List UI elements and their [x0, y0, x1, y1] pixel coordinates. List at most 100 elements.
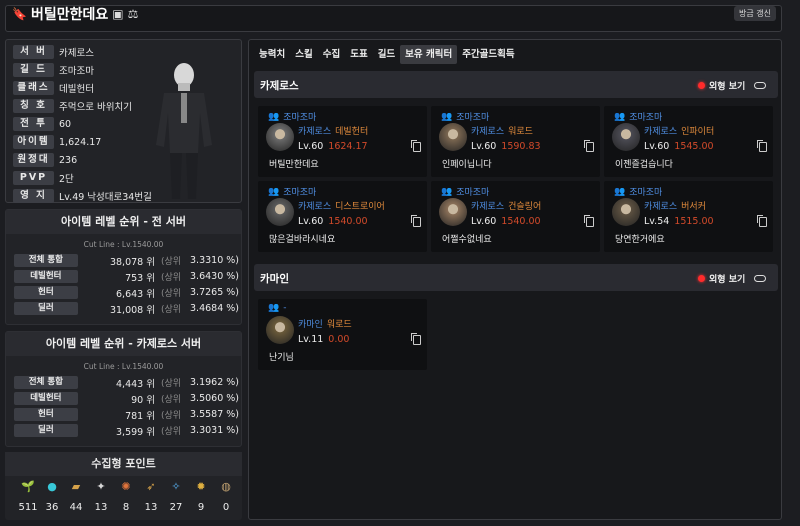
toggle-icon[interactable]	[754, 275, 767, 282]
users-icon: 👥	[441, 111, 453, 122]
card-server: 카제로스	[644, 202, 678, 212]
copy-icon[interactable]	[584, 215, 594, 227]
scale-icon[interactable]: ⚖	[128, 7, 139, 21]
avatar	[612, 198, 640, 226]
character-portrait	[156, 63, 212, 199]
collection-item[interactable]: ✺ 8	[116, 480, 136, 513]
collection-item[interactable]: ● 36	[42, 480, 62, 513]
card-guild: 👥 조마조마	[614, 110, 662, 124]
copy-icon[interactable]	[584, 140, 594, 152]
profile-value: 236	[59, 154, 78, 166]
copy-icon[interactable]	[411, 215, 421, 227]
collection-item[interactable]: ◍ 0	[216, 480, 236, 513]
tab-5[interactable]: 보유 캐릭터	[400, 45, 458, 64]
item-level: 0.00	[328, 334, 350, 345]
character-card[interactable]: 👥 조마조마 카제로스 인파이터 Lv.60 1545.00 이젠즐겁습니다	[604, 106, 773, 177]
tab-4[interactable]: 길드	[373, 45, 400, 64]
worldtree-leaf-icon: ✧	[171, 480, 181, 493]
character-card[interactable]: 👥 조마조마 카제로스 디스트로이어 Lv.60 1540.00 많은걸바라시네요	[258, 181, 427, 252]
character-card[interactable]: 👥 조마조마 카제로스 데빌헌터 Lv.60 1624.17 버틸만한데요	[258, 106, 427, 177]
appearance-toggle[interactable]: 외형 보기	[698, 272, 767, 285]
tab-0[interactable]: 능력치	[254, 45, 290, 64]
avatar	[612, 123, 640, 151]
users-icon: 👥	[614, 111, 626, 122]
character-card[interactable]: 👥 조마조마 카제로스 워로드 Lv.60 1590.83 인페이닙니다	[431, 106, 600, 177]
users-icon: 👥	[268, 111, 280, 122]
card-server: 카제로스	[471, 127, 505, 137]
card-level: Lv.60 1590.83	[471, 141, 541, 152]
rank-row: 헌터 781 위 (상위 3.5587 %)	[14, 408, 239, 422]
character-card[interactable]: 👥 - 카마인 워로드 Lv.11 0.00 난기님	[258, 299, 427, 370]
card-character-name: 난기님	[269, 353, 294, 363]
tab-3[interactable]: 도표	[345, 45, 372, 64]
level-value: Lv.54	[644, 216, 670, 227]
collection-item[interactable]: ✦ 13	[91, 480, 111, 513]
card-guild: 👥 조마조마	[268, 110, 316, 124]
appearance-toggle[interactable]: 외형 보기	[698, 79, 767, 92]
rank-percent: 3.7265 %)	[190, 287, 239, 298]
bookmark-icon[interactable]: 🔖	[12, 7, 27, 21]
profile-row: PVP 2단	[13, 171, 74, 185]
refresh-button[interactable]: 방금 갱신	[734, 6, 776, 21]
card-level: Lv.11 0.00	[298, 334, 349, 345]
copy-icon[interactable]	[757, 215, 767, 227]
character-card[interactable]: 👥 조마조마 카제로스 건슬링어 Lv.60 1540.00 어쩔수없네요	[431, 181, 600, 252]
card-level: Lv.60 1624.17	[298, 141, 368, 152]
profile-value: 데빌헌터	[59, 84, 94, 95]
profile-row: 길 드 조마조마	[13, 63, 94, 77]
rank-top-label: (상위	[160, 379, 182, 389]
profile-label: 영 지	[13, 189, 54, 203]
copy-icon[interactable]	[757, 140, 767, 152]
copy-icon[interactable]	[411, 140, 421, 152]
collection-count: 0	[222, 502, 230, 513]
copy-icon[interactable]	[411, 333, 421, 345]
collection-item[interactable]: 🌱 511	[18, 480, 38, 513]
guild-name: 조마조마	[456, 113, 490, 123]
toggle-icon[interactable]	[754, 82, 767, 89]
collection-count: 36	[45, 502, 59, 513]
collection-count: 44	[69, 502, 83, 513]
card-class: 데빌헌터	[335, 127, 369, 137]
tab-6[interactable]: 주간골드획득	[457, 45, 519, 64]
profile-row: 전 투 60	[13, 117, 71, 131]
profile-label: 전 투	[13, 117, 54, 131]
profile-value: 1,624.17	[59, 136, 102, 148]
tab-1[interactable]: 스킬	[290, 45, 317, 64]
collection-item[interactable]: ▰ 44	[66, 480, 86, 513]
rank-title: 아이템 레벨 순위 - 전 서버	[6, 210, 241, 234]
collection-item[interactable]: ➶ 13	[141, 480, 161, 513]
item-level: 1515.00	[674, 216, 714, 227]
card-class: 워로드	[326, 320, 352, 330]
rank-panel-all-servers: 아이템 레벨 순위 - 전 서버 Cut Line : Lv.1540.00 전…	[5, 209, 242, 325]
avatar	[266, 316, 294, 344]
profile-row: 클래스 데빌헌터	[13, 81, 94, 95]
profile-label: PVP	[13, 171, 54, 185]
profile-row: 영 지 Lv.49 낙성대로34번길	[13, 189, 152, 203]
collection-count: 8	[122, 502, 130, 513]
card-guild: 👥 조마조마	[268, 185, 316, 199]
character-card[interactable]: 👥 조마조마 카제로스 버서커 Lv.54 1515.00 당연한거에요	[604, 181, 773, 252]
card-class: 인파이터	[681, 127, 715, 137]
card-character-name: 많은걸바라시네요	[269, 235, 336, 245]
id-card-icon[interactable]: ▣	[112, 7, 123, 21]
tab-2[interactable]: 수집	[318, 45, 345, 64]
collection-item[interactable]: ✧ 27	[166, 480, 186, 513]
profile-label: 서 버	[13, 45, 54, 59]
rank-top-label: (상위	[160, 305, 182, 315]
collection-count: 9	[197, 502, 205, 513]
card-server: 카제로스	[644, 127, 678, 137]
rank-percent: 3.3310 %)	[190, 255, 239, 266]
profile-value: 60	[59, 118, 72, 130]
rank-value: 4,443 위	[116, 378, 155, 390]
level-value: Lv.11	[298, 334, 324, 345]
rank-row: 딜러 3,599 위 (상위 3.3031 %)	[14, 424, 239, 438]
item-level: 1540.00	[501, 216, 541, 227]
collection-count: 13	[144, 502, 158, 513]
item-level: 1624.17	[328, 141, 368, 152]
profile-value: 주먹으로 바위치기	[59, 102, 132, 113]
profile-row: 원정대 236	[13, 153, 77, 167]
profile-row: 칭 호 주먹으로 바위치기	[13, 99, 132, 113]
collection-item[interactable]: ✹ 9	[191, 480, 211, 513]
card-server-class: 카제로스 인파이터	[644, 124, 714, 137]
rank-percent: 3.4684 %)	[190, 303, 239, 314]
